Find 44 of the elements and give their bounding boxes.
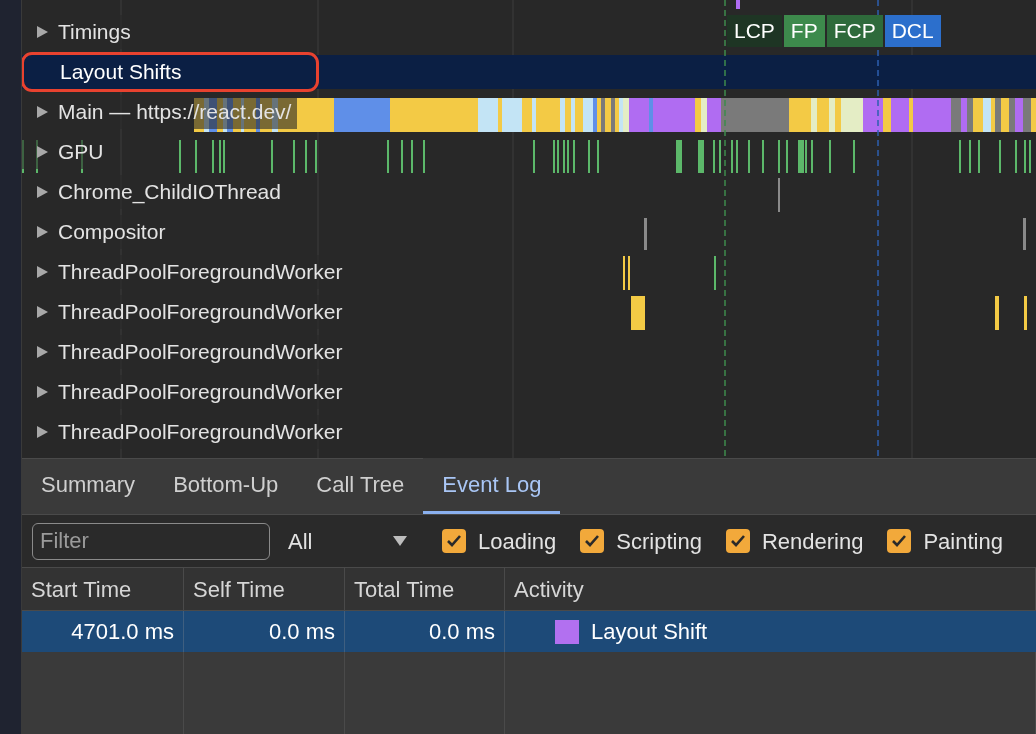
category-checkbox[interactable] [580,529,605,553]
event-row[interactable]: 4701.0 ms 0.0 ms 0.0 ms Layout Shift [22,611,1036,652]
table-cell-text: 4701.0 ms [71,618,174,646]
timing-marker[interactable]: LCP [727,15,782,47]
expand-triangle-icon[interactable] [36,145,49,159]
category-label: Scripting [616,527,702,556]
category-checkbox[interactable] [725,529,750,553]
duration-select[interactable]: All [288,524,408,558]
panel-tab[interactable]: Event Log [423,458,561,514]
dropdown-caret-icon [392,535,408,547]
layout-shift-marker [736,0,740,9]
expand-triangle-icon[interactable] [36,345,49,359]
expand-triangle-icon[interactable] [36,305,49,319]
column-header[interactable]: Self Time [184,568,345,610]
table-cell-text: Layout Shift [591,618,708,646]
column-header[interactable]: Start Time [22,568,184,610]
category-checkbox[interactable] [442,529,466,553]
panel-tab[interactable]: Bottom-Up [154,458,298,514]
expand-triangle-icon[interactable] [36,25,49,39]
category-checkbox[interactable] [887,529,912,553]
panel-tab[interactable]: Summary [22,458,155,514]
timing-marker[interactable]: FP [783,15,825,47]
category-label: Loading [478,527,557,556]
expand-triangle-icon[interactable] [36,265,49,279]
expand-triangle-icon[interactable] [36,385,49,399]
expand-triangle-icon[interactable] [36,185,49,199]
column-header[interactable]: Activity [505,568,1036,610]
table-cell-text: 0.0 ms [268,618,335,646]
checkmark-icon [729,534,746,548]
panel-tab[interactable]: Call Tree [297,458,424,514]
table-cell-text: 0.0 ms [428,618,495,646]
track-header[interactable]: Layout Shifts [24,55,316,89]
expand-triangle-icon[interactable] [36,225,49,239]
expand-triangle-icon[interactable] [36,105,49,119]
checkmark-icon [446,534,462,548]
checkmark-icon [891,534,908,548]
category-label: Rendering [761,527,864,556]
category-label: Painting [923,527,1003,556]
timing-marker[interactable]: FCP [826,15,883,47]
column-header[interactable]: Total Time [345,568,505,610]
checkmark-icon [584,534,601,548]
timing-marker[interactable]: DCL [884,15,941,47]
filter-field[interactable]: Filter [32,522,270,560]
expand-triangle-icon[interactable] [36,425,49,439]
